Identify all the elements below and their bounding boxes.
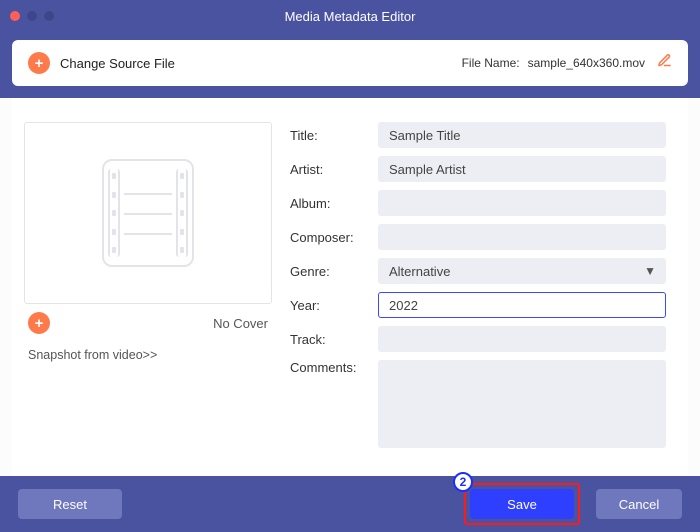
genre-label: Genre:	[290, 264, 368, 279]
track-input[interactable]	[378, 326, 666, 352]
maximize-window-icon[interactable]	[44, 11, 54, 21]
save-button[interactable]: Save	[470, 489, 574, 519]
composer-input[interactable]	[378, 224, 666, 250]
comments-textarea[interactable]	[378, 360, 666, 448]
filename-label: File Name:	[462, 56, 520, 70]
composer-label: Composer:	[290, 230, 368, 245]
title-input[interactable]	[378, 122, 666, 148]
save-highlight-box: 2 Save	[464, 483, 580, 525]
minimize-window-icon[interactable]	[27, 11, 37, 21]
comments-label: Comments:	[290, 360, 368, 375]
artist-input[interactable]	[378, 156, 666, 182]
media-metadata-editor-window: Media Metadata Editor + Change Source Fi…	[0, 0, 700, 532]
change-source-file-link[interactable]: Change Source File	[60, 56, 175, 71]
artist-label: Artist:	[290, 162, 368, 177]
cancel-button[interactable]: Cancel	[596, 489, 682, 519]
track-label: Track:	[290, 332, 368, 347]
snapshot-from-video-link[interactable]: Snapshot from video>>	[24, 348, 272, 362]
editor-body: + No Cover Snapshot from video>> Title: …	[12, 98, 688, 476]
year-input[interactable]	[378, 292, 666, 318]
footer-bar: Reset 2 Save Cancel	[0, 476, 700, 532]
album-input[interactable]	[378, 190, 666, 216]
cover-preview[interactable]	[24, 122, 272, 304]
callout-number-badge: 2	[453, 472, 473, 492]
window-controls	[10, 11, 54, 21]
reset-button[interactable]: Reset	[18, 489, 122, 519]
cover-column: + No Cover Snapshot from video>>	[24, 122, 272, 476]
album-label: Album:	[290, 196, 368, 211]
header-inner: + Change Source File File Name: sample_6…	[12, 40, 688, 86]
header-bar: + Change Source File File Name: sample_6…	[0, 32, 700, 98]
window-title: Media Metadata Editor	[285, 9, 416, 24]
titlebar: Media Metadata Editor	[0, 0, 700, 32]
plus-icon[interactable]: +	[28, 52, 50, 74]
add-cover-icon[interactable]: +	[28, 312, 50, 334]
no-cover-label: No Cover	[213, 316, 268, 331]
genre-select[interactable]	[378, 258, 666, 284]
film-placeholder-icon	[102, 159, 194, 267]
edit-filename-icon[interactable]	[657, 53, 672, 73]
no-cover-row: + No Cover	[24, 304, 272, 342]
close-window-icon[interactable]	[10, 11, 20, 21]
title-label: Title:	[290, 128, 368, 143]
year-label: Year:	[290, 298, 368, 313]
metadata-form: Title: Artist: Album: Composer: Genre: ▼	[290, 122, 676, 476]
filename-value: sample_640x360.mov	[528, 56, 645, 70]
